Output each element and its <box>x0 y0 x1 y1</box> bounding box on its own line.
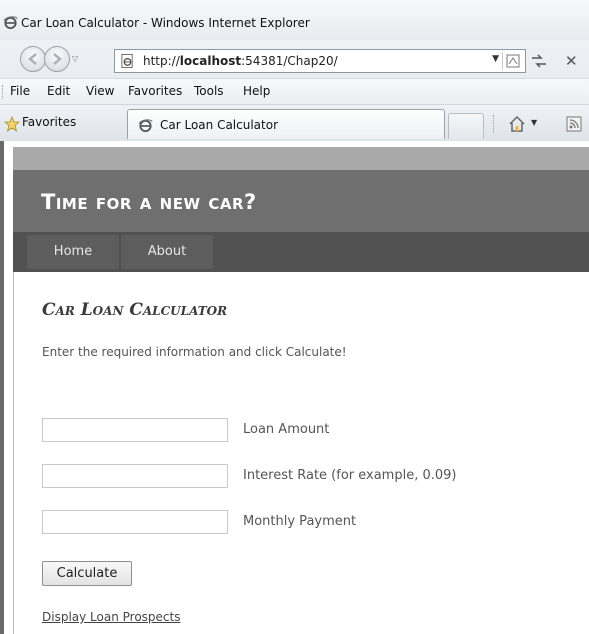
address-bar[interactable]: http://localhost:54381/Chap20/ ▼ <box>114 49 526 73</box>
display-loan-prospects-link[interactable]: Display Loan Prospects <box>42 610 180 624</box>
menu-grip[interactable] <box>2 85 5 99</box>
menu-tools[interactable]: Tools <box>194 84 224 98</box>
address-dropdown-icon[interactable]: ▼ <box>492 54 499 64</box>
favorites-star-icon <box>4 116 20 132</box>
refresh-icon[interactable] <box>529 52 549 70</box>
loan-amount-label: Loan Amount <box>243 422 330 437</box>
menu-view[interactable]: View <box>86 84 114 98</box>
menu-help[interactable]: Help <box>243 84 270 98</box>
menu-file[interactable]: File <box>10 84 30 98</box>
menu-bar: File Edit View Favorites Tools Help <box>0 78 589 104</box>
loan-amount-input[interactable] <box>42 418 228 442</box>
site-nav: Home About <box>13 232 589 272</box>
url-path: :54381/Chap20/ <box>241 54 338 68</box>
feeds-icon[interactable] <box>566 116 582 132</box>
intro-text: Enter the required information and click… <box>42 345 347 359</box>
compatibility-view-icon[interactable] <box>506 54 520 68</box>
navigation-row: ▽ http://localhost:54381/Chap20/ ▼ ✕ <box>0 42 589 76</box>
favorites-button[interactable]: Favorites <box>22 115 76 129</box>
stop-icon[interactable]: ✕ <box>565 52 583 70</box>
new-tab-button[interactable] <box>448 113 484 139</box>
site-title: Time for a new car? <box>41 190 257 214</box>
recent-pages-dropdown-icon[interactable]: ▽ <box>72 54 82 64</box>
address-separator <box>502 52 503 70</box>
back-arrow-icon <box>28 53 37 65</box>
forward-button[interactable] <box>44 46 70 72</box>
interest-rate-label: Interest Rate (for example, 0.09) <box>243 468 457 483</box>
home-dropdown-icon[interactable]: ▼ <box>531 118 537 127</box>
menu-edit[interactable]: Edit <box>47 84 70 98</box>
monthly-payment-label: Monthly Payment <box>243 514 357 529</box>
tab-car-loan-calculator[interactable]: Car Loan Calculator <box>127 109 445 139</box>
menu-favorites[interactable]: Favorites <box>128 84 182 98</box>
window-title: Car Loan Calculator - Windows Internet E… <box>21 16 310 30</box>
url-scheme: http:// <box>143 54 180 68</box>
url-host: localhost <box>179 54 242 68</box>
calculate-button[interactable]: Calculate <box>42 561 132 586</box>
page-icon <box>121 53 133 69</box>
command-bar-grip[interactable] <box>493 115 496 133</box>
page-top-strip <box>13 147 589 170</box>
address-url[interactable]: http://localhost:54381/Chap20/ <box>143 54 338 68</box>
internet-explorer-tab-icon <box>138 119 153 133</box>
favorites-bar: Favorites Car Loan Calculator ▼ <box>0 104 589 141</box>
tab-title: Car Loan Calculator <box>160 118 279 132</box>
page-heading: Car Loan Calculator <box>42 300 228 320</box>
site-header: Time for a new car? <box>13 170 589 232</box>
nav-about[interactable]: About <box>121 235 213 269</box>
title-bar: Car Loan Calculator - Windows Internet E… <box>0 0 589 40</box>
interest-rate-input[interactable] <box>42 464 228 488</box>
back-button[interactable] <box>20 46 46 72</box>
internet-explorer-icon <box>3 16 18 30</box>
forward-arrow-icon <box>53 53 62 65</box>
home-icon[interactable] <box>508 115 526 133</box>
nav-home[interactable]: Home <box>27 235 119 269</box>
browser-chrome: Car Loan Calculator - Windows Internet E… <box>0 0 589 141</box>
content-left-border <box>13 272 14 634</box>
monthly-payment-input[interactable] <box>42 510 228 534</box>
